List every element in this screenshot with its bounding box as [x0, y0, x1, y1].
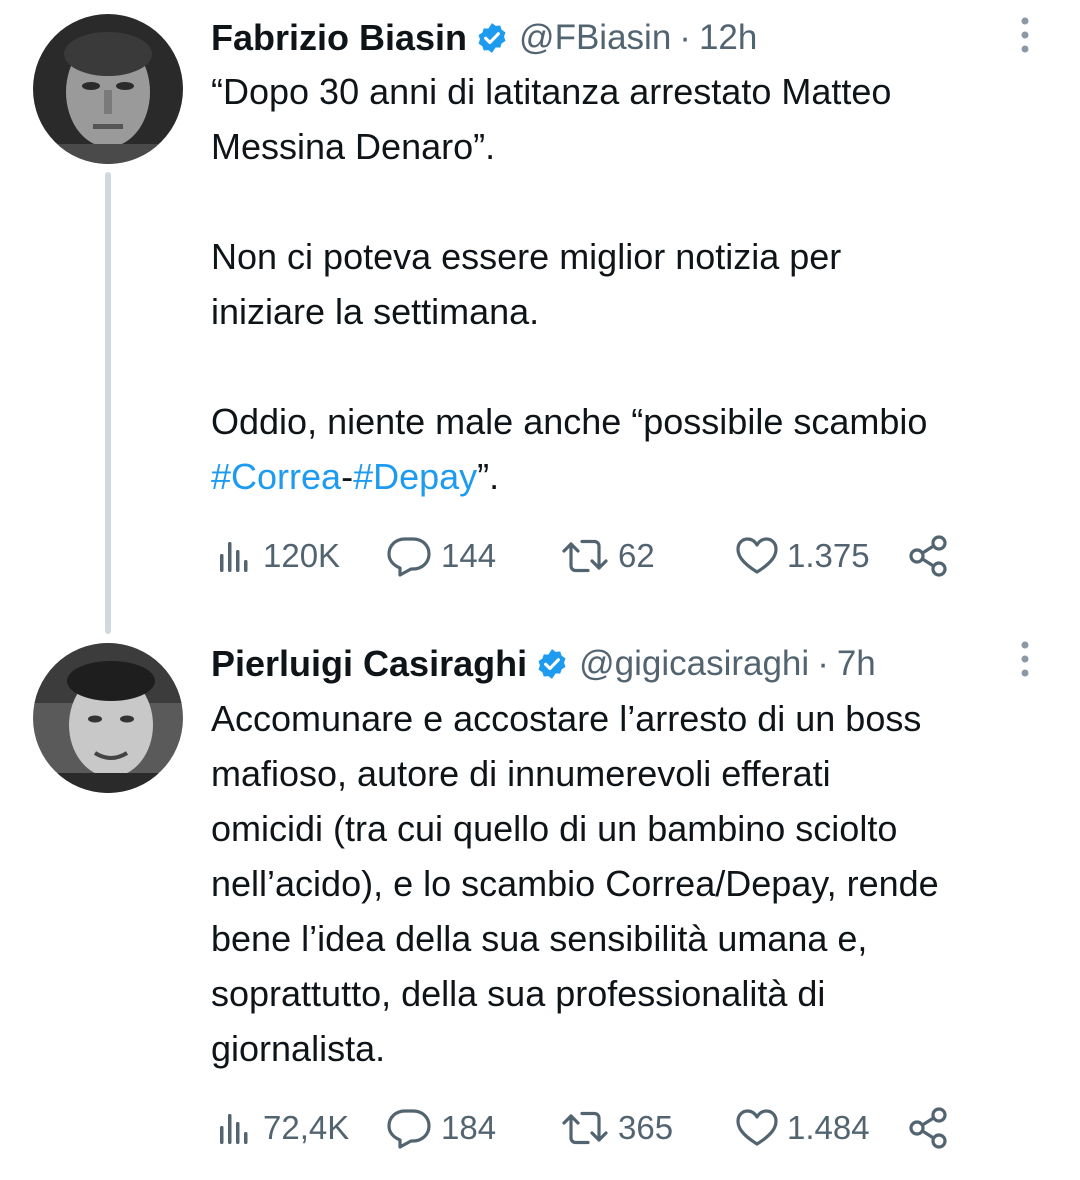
tweet-pierluigi-casiraghi[interactable]: Pierluigi Casiraghi @gigicasiraghi · 7h …	[0, 640, 1080, 1180]
like-count: 1.484	[787, 1109, 870, 1146]
reply-count: 144	[441, 537, 497, 574]
retweet-button[interactable]: 62	[560, 526, 655, 586]
timestamp[interactable]: 7h	[837, 644, 876, 684]
reply-icon	[387, 537, 431, 577]
tweet-text: Accomunare e accostare l’arresto di un b…	[211, 698, 939, 1069]
views-icon	[220, 1114, 248, 1144]
reply-button[interactable]: 184	[385, 1098, 496, 1158]
verified-badge-icon	[475, 21, 509, 55]
tweet-fabrizio-biasin[interactable]: Fabrizio Biasin @FBiasin · 12h “Dopo 30 …	[0, 0, 1080, 640]
share-icon	[909, 535, 947, 577]
like-icon	[736, 1109, 778, 1146]
author-handle[interactable]: @gigicasiraghi	[579, 644, 809, 684]
tweet-header: Pierluigi Casiraghi @gigicasiraghi · 7h	[211, 638, 876, 690]
tweet-text-end: ”.	[477, 456, 500, 497]
tweet-text: “Dopo 30 anni di latitanza arrestato Mat…	[211, 64, 1061, 504]
separator-dot: ·	[817, 644, 829, 683]
retweet-button[interactable]: 365	[560, 1098, 673, 1158]
more-options-icon[interactable]	[1015, 16, 1035, 56]
views-icon	[220, 542, 248, 572]
retweet-count: 365	[618, 1109, 674, 1146]
hashtag-correa[interactable]: #Correa	[211, 456, 341, 497]
tweet-text-main: “Dopo 30 anni di latitanza arrestato Mat…	[211, 71, 928, 442]
author-handle[interactable]: @FBiasin	[519, 18, 671, 58]
tweet-header: Fabrizio Biasin @FBiasin · 12h	[211, 12, 757, 64]
reply-count: 184	[441, 1109, 497, 1146]
hashtag-joiner: -	[341, 456, 354, 497]
views-button[interactable]: 72,4K	[215, 1098, 349, 1158]
timestamp[interactable]: 12h	[699, 18, 757, 58]
views-button[interactable]: 120K	[215, 526, 340, 586]
author-name[interactable]: Fabrizio Biasin	[211, 17, 467, 59]
separator-dot: ·	[679, 18, 691, 57]
like-button[interactable]: 1.484	[735, 1098, 870, 1158]
tweet-actions: 72,4K 184 365 1.484	[0, 1098, 1080, 1158]
like-button[interactable]: 1.375	[735, 526, 870, 586]
retweet-icon	[562, 1111, 608, 1145]
retweet-count: 62	[618, 537, 655, 574]
reply-icon	[387, 1109, 431, 1149]
avatar[interactable]	[33, 643, 183, 793]
share-button[interactable]	[907, 1098, 959, 1158]
retweet-icon	[562, 539, 608, 573]
views-count: 72,4K	[263, 1109, 350, 1146]
share-icon	[909, 1107, 947, 1149]
verified-badge-icon	[535, 647, 569, 681]
reply-button[interactable]: 144	[385, 526, 496, 586]
views-count: 120K	[263, 537, 341, 574]
author-name[interactable]: Pierluigi Casiraghi	[211, 643, 527, 685]
like-count: 1.375	[787, 537, 870, 574]
like-icon	[736, 537, 778, 574]
hashtag-depay[interactable]: #Depay	[353, 456, 477, 497]
more-options-icon[interactable]	[1015, 640, 1035, 680]
avatar[interactable]	[33, 14, 183, 164]
tweet-actions: 120K 144 62 1.375	[0, 526, 1080, 586]
share-button[interactable]	[907, 526, 959, 586]
